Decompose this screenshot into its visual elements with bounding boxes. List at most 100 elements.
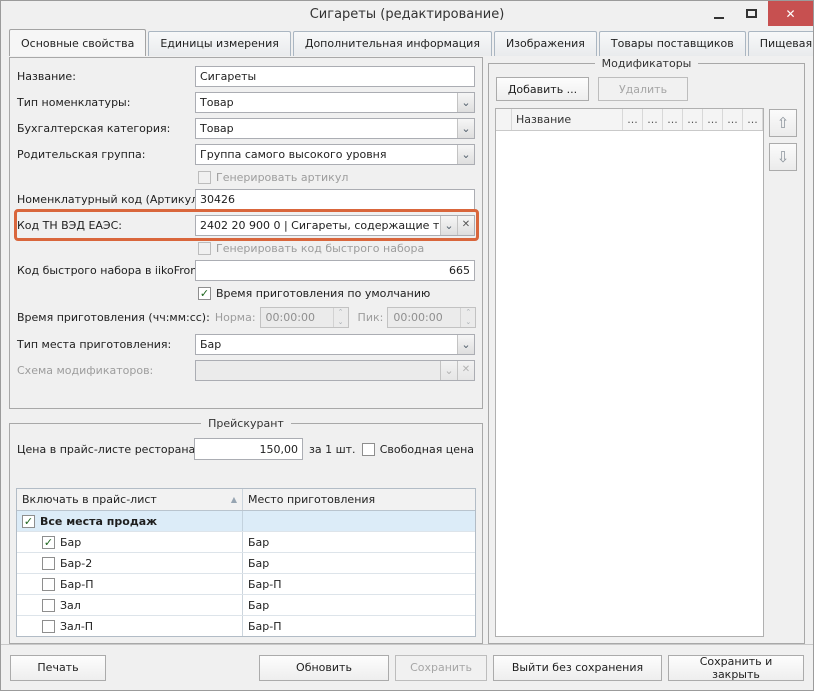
close-icon: ✕ bbox=[785, 7, 795, 21]
row-checkbox[interactable] bbox=[42, 599, 55, 612]
delete-modifier-button: Удалить bbox=[598, 77, 688, 101]
product-edit-window: Сигареты (редактирование) ✕ Основные сво… bbox=[0, 0, 814, 691]
modifier-scheme-label: Схема модификаторов: bbox=[17, 364, 195, 377]
move-up-button[interactable]: ⇧ bbox=[769, 109, 797, 137]
quick-code-input[interactable] bbox=[195, 260, 475, 281]
default-cooking-time-checkbox[interactable]: ✓ bbox=[198, 287, 211, 300]
save-button: Сохранить bbox=[395, 655, 487, 681]
modifier-option-column[interactable]: ... bbox=[663, 109, 683, 130]
modifier-selector-column bbox=[496, 109, 512, 130]
column-header-include[interactable]: Включать в прайс-лист ▲ bbox=[17, 489, 243, 510]
sales-group-row[interactable]: ✓ Все места продаж bbox=[17, 511, 475, 532]
clear-icon: ✕ bbox=[457, 361, 474, 380]
tnved-code-label: Код ТН ВЭД ЕАЭС: bbox=[17, 219, 195, 232]
chevron-down-icon[interactable]: ⌄ bbox=[457, 145, 474, 164]
add-modifier-button[interactable]: Добавить ... bbox=[496, 77, 589, 101]
sales-row[interactable]: Зал-П Бар-П bbox=[17, 616, 475, 637]
modifier-option-column[interactable]: ... bbox=[723, 109, 743, 130]
nomenclature-type-select[interactable]: Товар ⌄ bbox=[195, 92, 475, 113]
chevron-down-icon: ⌄ bbox=[440, 361, 457, 380]
cooking-place-type-select[interactable]: Бар ⌄ bbox=[195, 334, 475, 355]
sales-row[interactable]: Бар-2 Бар bbox=[17, 553, 475, 574]
sales-places-table: Включать в прайс-лист ▲ Место приготовле… bbox=[16, 488, 476, 637]
modifiers-table-header: Название ... ... ... ... ... ... ... bbox=[496, 109, 763, 131]
exit-without-saving-button[interactable]: Выйти без сохранения bbox=[493, 655, 662, 681]
group-row-checkbox[interactable]: ✓ bbox=[22, 515, 35, 528]
price-input[interactable] bbox=[194, 438, 303, 460]
spinner-up-icon: ⌃ bbox=[334, 308, 348, 318]
modifier-option-column[interactable]: ... bbox=[683, 109, 703, 130]
pricelist-section: Прейскурант Цена в прайс-листе ресторана… bbox=[9, 417, 483, 644]
minimize-icon bbox=[714, 17, 724, 19]
article-code-label: Номенклатурный код (Артикул): bbox=[17, 193, 195, 206]
cooking-time-norm-spinner: 00:00:00 ⌃ ⌄ bbox=[260, 307, 349, 328]
pricelist-legend: Прейскурант bbox=[201, 417, 291, 430]
row-checkbox[interactable] bbox=[42, 578, 55, 591]
generate-quick-code-label: Генерировать код быстрого набора bbox=[216, 242, 424, 255]
modifier-option-column[interactable]: ... bbox=[643, 109, 663, 130]
arrow-up-icon: ⇧ bbox=[777, 114, 790, 132]
chevron-down-icon[interactable]: ⌄ bbox=[457, 119, 474, 138]
name-input[interactable] bbox=[195, 66, 475, 87]
group-row-label: Все места продаж bbox=[40, 515, 157, 528]
row-checkbox[interactable] bbox=[42, 620, 55, 633]
modifier-option-column[interactable]: ... bbox=[623, 109, 643, 130]
sales-table-header: Включать в прайс-лист ▲ Место приготовле… bbox=[17, 489, 475, 511]
default-cooking-time-label: Время приготовления по умолчанию bbox=[216, 287, 430, 300]
article-code-input[interactable] bbox=[195, 189, 475, 210]
free-price-checkbox[interactable] bbox=[362, 443, 375, 456]
name-label: Название: bbox=[17, 70, 195, 83]
tab-supplier-products[interactable]: Товары поставщиков bbox=[599, 31, 746, 56]
cooking-time-peak-label: Пик: bbox=[358, 311, 384, 324]
row-checkbox[interactable]: ✓ bbox=[42, 536, 55, 549]
print-button[interactable]: Печать bbox=[10, 655, 106, 681]
chevron-down-icon[interactable]: ⌄ bbox=[457, 93, 474, 112]
title-bar: Сигареты (редактирование) ✕ bbox=[1, 1, 813, 29]
parent-group-select[interactable]: Группа самого высокого уровня ⌄ bbox=[195, 144, 475, 165]
cooking-time-peak-spinner: 00:00:00 ⌃ ⌄ bbox=[387, 307, 476, 328]
spinner-up-icon: ⌃ bbox=[461, 308, 475, 318]
tab-images[interactable]: Изображения bbox=[494, 31, 597, 56]
nomenclature-type-label: Тип номенклатуры: bbox=[17, 96, 195, 109]
clear-icon[interactable]: ✕ bbox=[457, 216, 474, 235]
minimize-button[interactable] bbox=[702, 1, 735, 26]
modifier-name-column[interactable]: Название bbox=[512, 109, 623, 130]
column-header-place[interactable]: Место приготовления bbox=[243, 489, 475, 510]
parent-group-label: Родительская группа: bbox=[17, 148, 195, 161]
row-checkbox[interactable] bbox=[42, 557, 55, 570]
chevron-down-icon[interactable]: ⌄ bbox=[457, 335, 474, 354]
modifiers-legend: Модификаторы bbox=[595, 57, 699, 70]
tnved-code-select[interactable]: 2402 20 900 0 | Сигареты, содержащие таб… bbox=[195, 215, 475, 236]
modifiers-table: Название ... ... ... ... ... ... ... bbox=[495, 108, 764, 637]
save-and-close-button[interactable]: Сохранить и закрыть bbox=[668, 655, 804, 681]
cooking-place-type-label: Тип места приготовления: bbox=[17, 338, 195, 351]
sales-row[interactable]: Зал Бар bbox=[17, 595, 475, 616]
quick-code-label: Код быстрого набора в iikoFront: bbox=[17, 264, 195, 277]
maximize-icon bbox=[746, 9, 757, 18]
tab-main-properties[interactable]: Основные свойства bbox=[9, 29, 146, 56]
modifier-option-column[interactable]: ... bbox=[703, 109, 723, 130]
sales-row[interactable]: Бар-П Бар-П bbox=[17, 574, 475, 595]
modifier-option-column[interactable]: ... bbox=[743, 109, 763, 130]
refresh-button[interactable]: Обновить bbox=[259, 655, 389, 681]
spinner-down-icon: ⌄ bbox=[461, 318, 475, 328]
sales-row[interactable]: ✓Бар Бар bbox=[17, 532, 475, 553]
tab-additional-info[interactable]: Дополнительная информация bbox=[293, 31, 492, 56]
maximize-button[interactable] bbox=[735, 1, 768, 26]
accounting-category-label: Бухгалтерская категория: bbox=[17, 122, 195, 135]
free-price-label: Свободная цена bbox=[380, 443, 474, 456]
tab-bar: Основные свойства Единицы измерения Допо… bbox=[1, 29, 813, 56]
footer-button-bar: Печать Обновить Сохранить Выйти без сохр… bbox=[1, 644, 813, 690]
tab-nutrition[interactable]: Пищевая ценность bbox=[748, 31, 814, 56]
price-label: Цена в прайс-листе ресторана: bbox=[17, 443, 194, 456]
modifiers-section: Модификаторы Добавить ... Удалить Назван… bbox=[488, 57, 805, 644]
close-button[interactable]: ✕ bbox=[768, 1, 813, 26]
chevron-down-icon[interactable]: ⌄ bbox=[440, 216, 457, 235]
tab-units[interactable]: Единицы измерения bbox=[148, 31, 291, 56]
generate-article-checkbox bbox=[198, 171, 211, 184]
generate-article-label: Генерировать артикул bbox=[216, 171, 348, 184]
move-down-button[interactable]: ⇩ bbox=[769, 143, 797, 171]
modifiers-empty-list bbox=[496, 131, 763, 636]
tnved-code-row: Код ТН ВЭД ЕАЭС: 2402 20 900 0 | Сигарет… bbox=[14, 211, 478, 239]
accounting-category-select[interactable]: Товар ⌄ bbox=[195, 118, 475, 139]
